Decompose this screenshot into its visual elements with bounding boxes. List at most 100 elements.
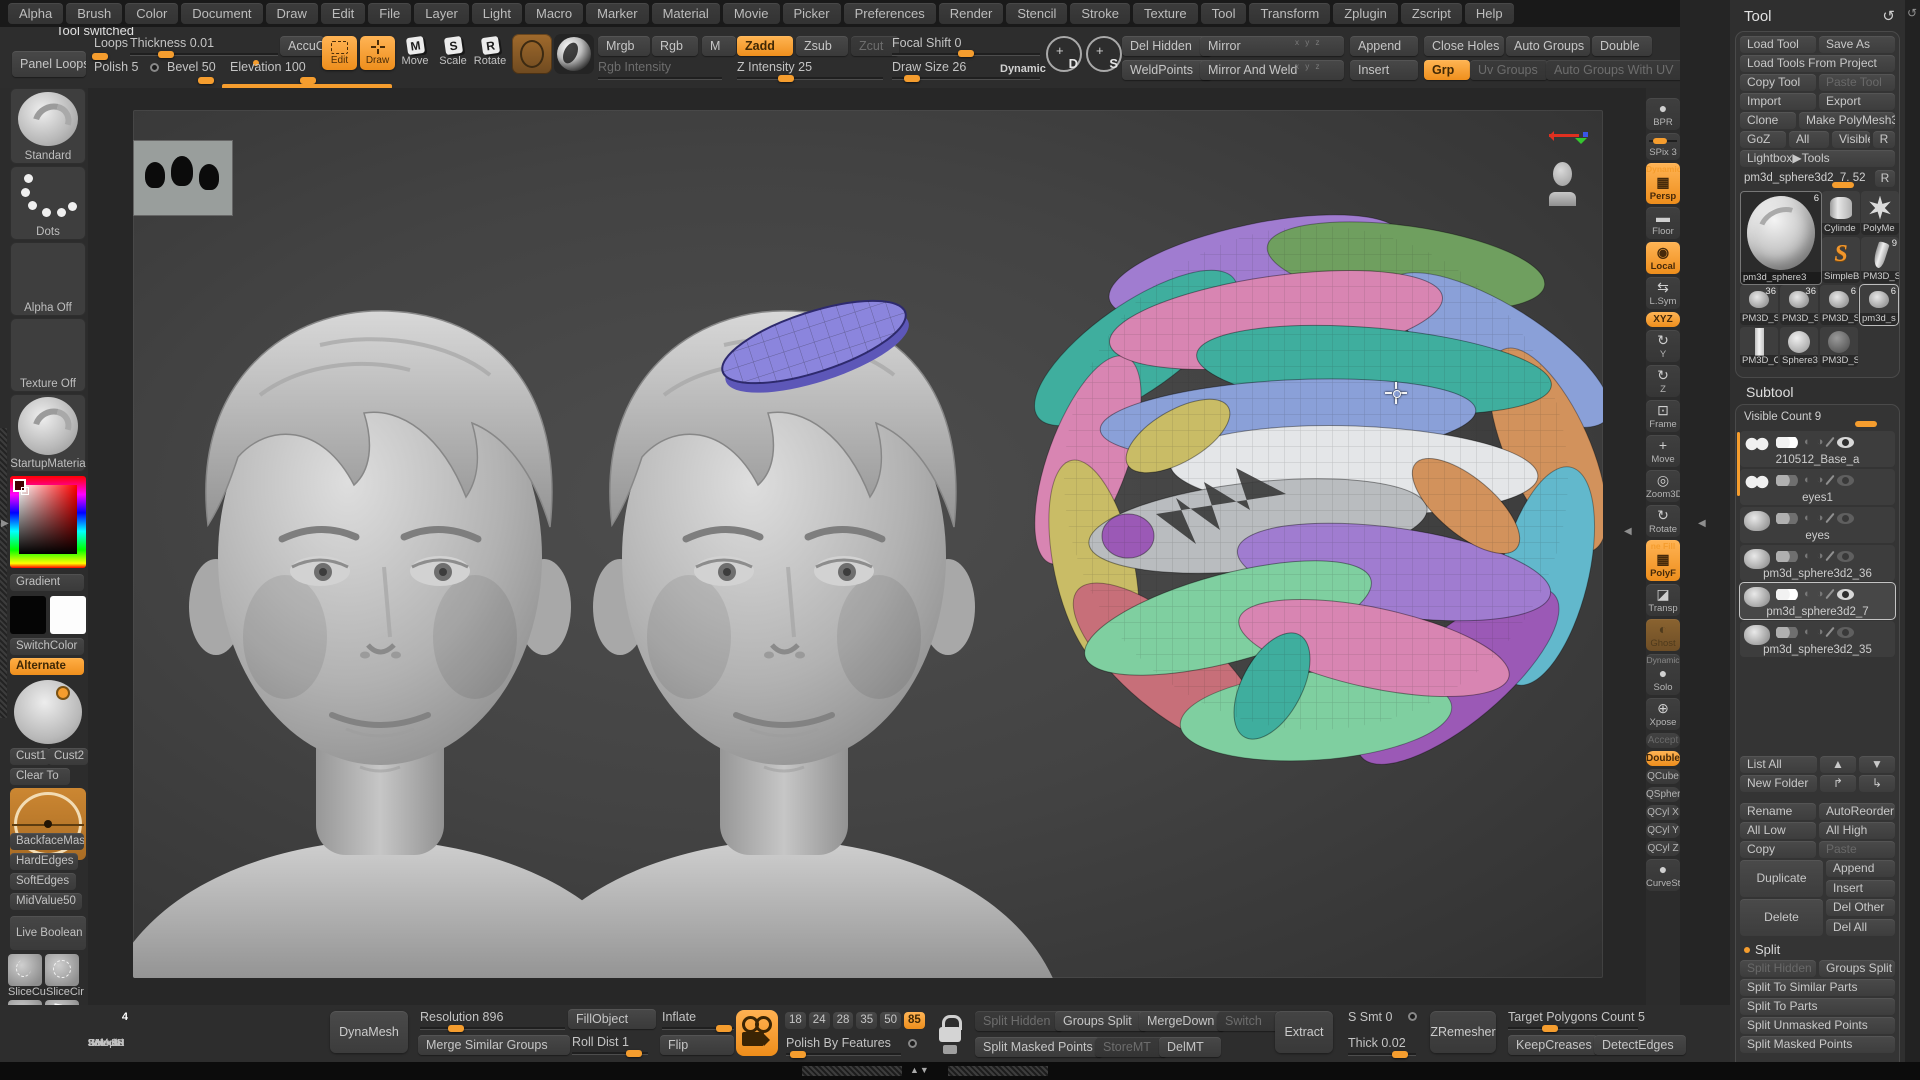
dynamic-draw-size-s-button[interactable]: +S xyxy=(1086,36,1122,72)
right-shelf-item-24[interactable]: QCyl Z xyxy=(1646,841,1680,856)
append-button[interactable]: Append xyxy=(1350,36,1418,56)
menu-item-7[interactable]: Layer xyxy=(414,3,469,24)
draw-button[interactable]: Draw xyxy=(360,36,395,70)
autoreorder-button[interactable]: AutoReorder xyxy=(1819,803,1895,820)
menu-item-6[interactable]: File xyxy=(368,3,411,24)
tool-thumbnail-7[interactable]: 6 pm3d_s xyxy=(1860,285,1898,325)
menu-item-2[interactable]: Color xyxy=(125,3,178,24)
tool-thumbnail-4[interactable]: 36 PM3D_S xyxy=(1740,285,1778,325)
displacement-toggle-icon[interactable]: ◑ xyxy=(1817,589,1824,600)
polypaint-toggle-icon[interactable] xyxy=(1776,551,1798,562)
zremesher-button[interactable]: ZRemesher xyxy=(1430,1011,1496,1053)
subtool-section-title[interactable]: Subtool xyxy=(1730,380,1905,402)
move-in-folder-button[interactable]: ↳ xyxy=(1859,775,1895,792)
brush-toggle-icon[interactable] xyxy=(1826,627,1835,637)
tool-r-button[interactable]: R xyxy=(1875,170,1895,187)
right-shelf-item-15[interactable]: ◐ Ghost xyxy=(1646,619,1680,651)
weldpoints-button[interactable]: WeldPoints xyxy=(1122,60,1212,80)
tool-thumbnail-2[interactable]: SimpleB xyxy=(1822,237,1860,283)
menu-item-11[interactable]: Material xyxy=(652,3,720,24)
visibility-eye-icon[interactable] xyxy=(1837,589,1854,600)
polish-by-features-radio[interactable] xyxy=(908,1039,917,1048)
bottom-tool-5[interactable]: SelectL xyxy=(86,1009,126,1049)
mirror-and-weld-button[interactable]: Mirror And Weld xyxy=(1200,60,1344,80)
mirror-weld-axis-marks[interactable]: x y z xyxy=(1295,62,1321,71)
right-shelf-item-20[interactable]: QCube xyxy=(1646,769,1680,784)
menu-item-14[interactable]: Preferences xyxy=(844,3,936,24)
split-masked-points-shelf-button[interactable]: Split Masked Points xyxy=(975,1037,1103,1057)
make-polymesh3d-button[interactable]: Make PolyMesh3D xyxy=(1799,112,1895,129)
visibility-eye-icon[interactable] xyxy=(1837,513,1854,524)
menu-item-23[interactable]: Help xyxy=(1465,3,1514,24)
duplicate-button[interactable]: Duplicate xyxy=(1740,860,1823,897)
visibility-eye-icon[interactable] xyxy=(1837,437,1854,448)
mergedown-button[interactable]: MergeDown xyxy=(1139,1011,1225,1031)
save-as-button[interactable]: Save As xyxy=(1819,36,1895,53)
live-boolean-button[interactable]: Live Boolean xyxy=(10,916,86,950)
uv-toggle-icon[interactable]: ◐ xyxy=(1804,513,1811,524)
extract-button[interactable]: Extract xyxy=(1275,1011,1333,1053)
active-tool-slider[interactable]: pm3d_sphere3d2_7. 52 R xyxy=(1740,170,1895,188)
panel-collapse-arrow[interactable]: ◀ xyxy=(1698,518,1706,529)
menu-item-5[interactable]: Edit xyxy=(321,3,365,24)
visibility-eye-icon[interactable] xyxy=(1837,551,1854,562)
menu-item-10[interactable]: Marker xyxy=(586,3,648,24)
size-preset-0[interactable]: 18 xyxy=(785,1012,806,1029)
bevel-slider[interactable]: Bevel 50 xyxy=(167,60,216,74)
goz-button[interactable]: GoZ xyxy=(1740,131,1786,148)
right-shelf-item-7[interactable]: ↻ Y xyxy=(1646,330,1680,362)
insert-button[interactable]: Insert xyxy=(1350,60,1418,80)
zadd-button[interactable]: Zadd xyxy=(737,36,793,56)
subtool-row-5[interactable]: ◐ ◑ pm3d_sphere3d2_35 xyxy=(1740,621,1895,657)
displacement-toggle-icon[interactable]: ◑ xyxy=(1817,513,1824,524)
switchcolor-button[interactable]: SwitchColor xyxy=(10,638,84,655)
list-all-button[interactable]: List All xyxy=(1740,756,1817,773)
sidebar-scroll-strip[interactable] xyxy=(0,428,7,718)
uv-toggle-icon[interactable]: ◐ xyxy=(1804,589,1811,600)
mirror-button[interactable]: Mirror xyxy=(1200,36,1344,56)
clone-button[interactable]: Clone xyxy=(1740,112,1796,129)
menu-item-21[interactable]: Zplugin xyxy=(1333,3,1398,24)
paste-subtool-button[interactable]: Paste xyxy=(1819,841,1895,858)
elevation-slider[interactable]: Elevation 100 xyxy=(230,60,306,74)
size-preset-2[interactable]: 28 xyxy=(833,1012,854,1029)
menu-item-16[interactable]: Stencil xyxy=(1006,3,1067,24)
polish-by-features-slider[interactable]: Polish By Features xyxy=(786,1036,891,1050)
menu-item-9[interactable]: Macro xyxy=(525,3,583,24)
goz-r-button[interactable]: R xyxy=(1873,131,1895,148)
color-picker[interactable] xyxy=(10,476,86,568)
groups-split-button[interactable]: Groups Split xyxy=(1819,960,1895,977)
close-holes-button[interactable]: Close Holes xyxy=(1424,36,1504,56)
split-section-header[interactable]: Split xyxy=(1740,938,1895,960)
m-button[interactable]: M xyxy=(702,36,736,56)
right-shelf-item-3[interactable]: ▬ Floor xyxy=(1646,207,1680,239)
rgb-intensity-slider[interactable]: Rgb Intensity xyxy=(598,60,671,74)
inflate-handle[interactable] xyxy=(716,1025,732,1032)
alternate-button[interactable]: Alternate xyxy=(10,658,84,675)
brush-toggle-icon[interactable] xyxy=(1826,551,1835,561)
alpha-selector[interactable]: Alpha Off xyxy=(10,242,86,316)
uv-groups-button[interactable]: Uv Groups xyxy=(1470,60,1548,80)
subtool-row-4[interactable]: ◐ ◑ pm3d_sphere3d2_7 xyxy=(1740,583,1895,619)
light-position-dot[interactable] xyxy=(58,688,68,698)
subtool-row-1[interactable]: ◐ ◑ eyes1 xyxy=(1740,469,1895,505)
subtool-row-3[interactable]: ◐ ◑ pm3d_sphere3d2_36 xyxy=(1740,545,1895,581)
menu-item-3[interactable]: Document xyxy=(181,3,262,24)
brush-toggle-icon[interactable] xyxy=(1826,475,1835,485)
right-shelf-item-23[interactable]: QCyl Y xyxy=(1646,823,1680,838)
menu-item-19[interactable]: Tool xyxy=(1201,3,1247,24)
dynamic-label[interactable]: Dynamic xyxy=(1000,63,1046,75)
paste-tool-button[interactable]: Paste Tool xyxy=(1819,74,1895,91)
brush-toggle-icon[interactable] xyxy=(1826,513,1835,523)
menu-item-8[interactable]: Light xyxy=(472,3,522,24)
copy-tool-button[interactable]: Copy Tool xyxy=(1740,74,1816,91)
gradient-button[interactable]: Gradient xyxy=(10,574,84,591)
brush-selector[interactable]: Standard xyxy=(10,88,86,164)
rename-button[interactable]: Rename xyxy=(1740,803,1816,820)
delete-button[interactable]: Delete xyxy=(1740,899,1823,936)
soft-edges-button[interactable]: SoftEdges xyxy=(10,873,76,890)
timeline-scrollbar-right[interactable] xyxy=(948,1066,1048,1076)
sidebar-expand-arrow[interactable]: ▶ xyxy=(1,518,9,529)
z-intensity-handle[interactable] xyxy=(778,75,794,82)
timeline-arrows[interactable]: ▲▼ xyxy=(910,1065,930,1075)
